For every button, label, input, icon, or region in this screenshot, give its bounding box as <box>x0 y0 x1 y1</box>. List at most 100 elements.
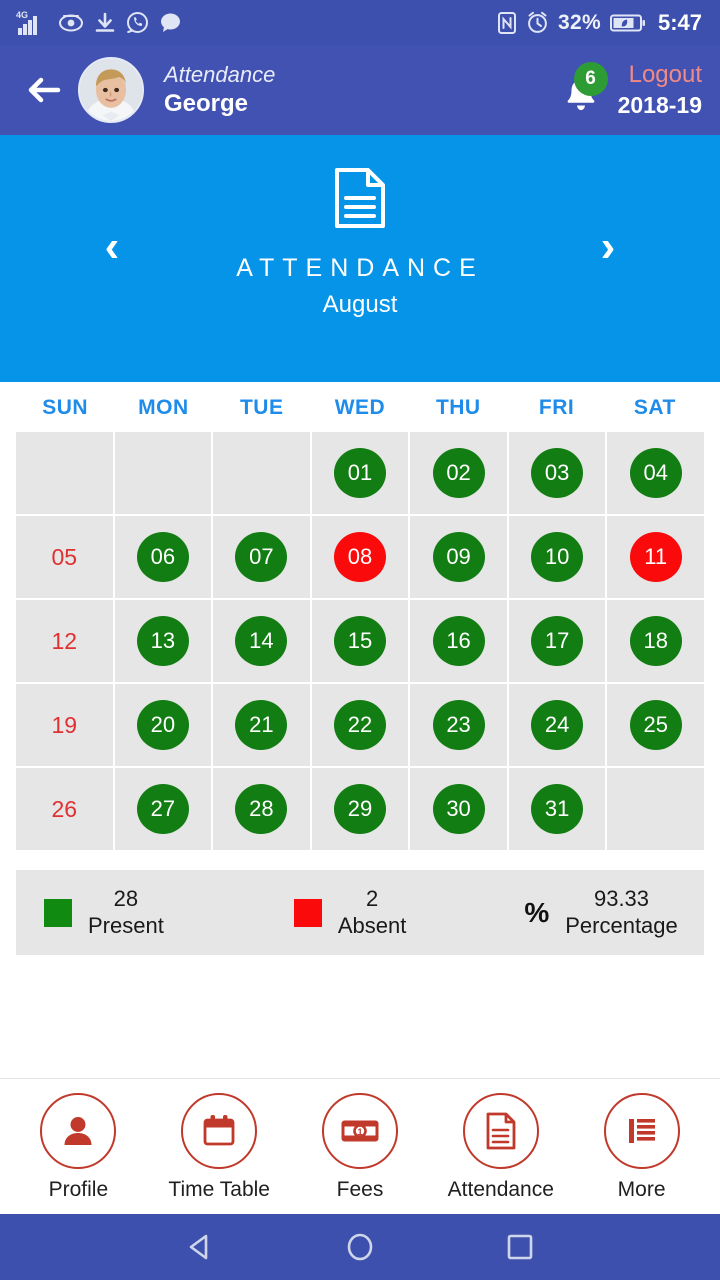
calendar-day-cell[interactable]: 17 <box>508 600 606 682</box>
calendar-day-cell[interactable]: 29 <box>311 768 409 850</box>
back-triangle-icon[interactable] <box>177 1224 223 1270</box>
day-present-marker: 22 <box>333 700 386 750</box>
day-present-marker: 03 <box>531 448 584 498</box>
alarm-icon <box>526 11 549 34</box>
day-present-marker: 25 <box>629 700 682 750</box>
student-name-label: George <box>164 90 249 118</box>
previous-month-button[interactable]: ‹ <box>82 217 142 277</box>
calendar-day-cell[interactable]: 06 <box>114 516 212 598</box>
calendar-day-cell[interactable]: 12 <box>16 600 113 682</box>
battery-icon <box>609 13 646 33</box>
calendar-day-cell[interactable]: 23 <box>410 684 507 766</box>
calendar-day-cell[interactable]: 03 <box>508 432 606 514</box>
day-present-marker: 09 <box>432 532 485 582</box>
day-present-marker: 15 <box>333 616 386 666</box>
notifications-button[interactable]: 6 <box>558 61 608 116</box>
back-button[interactable] <box>22 68 66 112</box>
recents-square-icon[interactable] <box>497 1224 543 1270</box>
calendar-icon <box>181 1093 258 1169</box>
calendar-day-cell[interactable]: 26 <box>16 768 113 850</box>
avatar[interactable] <box>78 57 144 123</box>
message-icon <box>159 12 182 33</box>
calendar: SUN MON TUE WED THU FRI SAT 01 02 03 04 05 06… <box>0 382 720 850</box>
nav-item-profile[interactable]: Profile <box>8 1093 149 1202</box>
calendar-day-headers: SUN MON TUE WED THU FRI SAT <box>16 382 704 432</box>
network-type-label: 4G <box>16 9 29 20</box>
clock-label: 5:47 <box>657 9 702 35</box>
calendar-day-cell[interactable]: 22 <box>311 684 409 766</box>
day-present-marker: 04 <box>629 448 682 498</box>
day-absent-marker: 08 <box>333 532 386 582</box>
calendar-week-row: 01 02 03 04 <box>16 432 704 514</box>
day-holiday-number: 19 <box>51 711 78 738</box>
calendar-day-cell[interactable]: 24 <box>508 684 606 766</box>
day-header-thu: THU <box>435 396 481 419</box>
calendar-day-cell[interactable]: 14 <box>213 600 310 682</box>
calendar-empty-cell <box>16 432 113 514</box>
back-arrow-icon <box>28 77 61 103</box>
day-holiday-number: 26 <box>51 795 78 822</box>
calendar-day-cell[interactable]: 13 <box>114 600 212 682</box>
day-header-sat: SAT <box>633 396 676 419</box>
summary-present: 28 Present <box>44 886 164 940</box>
calendar-day-cell[interactable]: 04 <box>607 432 704 514</box>
day-header-sun: SUN <box>42 396 89 419</box>
calendar-day-cell[interactable]: 21 <box>213 684 310 766</box>
calendar-day-cell[interactable]: 11 <box>607 516 704 598</box>
calendar-day-cell[interactable]: 19 <box>16 684 113 766</box>
student-photo-icon <box>80 59 142 121</box>
calendar-day-cell[interactable]: 27 <box>114 768 212 850</box>
phone-screen: 4G 32% 5:47 Attendance George 6 Logout 2… <box>0 0 720 1280</box>
calendar-day-cell[interactable]: 16 <box>410 600 507 682</box>
calendar-day-cell[interactable]: 30 <box>410 768 507 850</box>
nfc-icon <box>497 11 517 35</box>
list-icon <box>603 1093 680 1169</box>
day-present-marker: 10 <box>531 532 584 582</box>
calendar-empty-cell <box>213 432 310 514</box>
document-icon <box>332 167 388 234</box>
calendar-day-cell[interactable]: 20 <box>114 684 212 766</box>
day-holiday-number: 05 <box>51 543 78 570</box>
day-present-marker: 20 <box>136 700 189 750</box>
calendar-day-cell[interactable]: 31 <box>508 768 606 850</box>
day-present-marker: 07 <box>235 532 288 582</box>
status-bar: 4G 32% 5:47 <box>0 0 720 45</box>
nav-item-more[interactable]: More <box>571 1093 712 1202</box>
nav-label-fees: Fees <box>336 1178 384 1201</box>
calendar-day-cell[interactable]: 28 <box>213 768 310 850</box>
day-present-marker: 30 <box>432 784 485 834</box>
banner-month-label: August <box>322 291 398 318</box>
calendar-day-cell[interactable]: 01 <box>311 432 409 514</box>
day-present-marker: 13 <box>136 616 189 666</box>
nav-item-time-table[interactable]: Time Table <box>149 1093 290 1202</box>
percentage-label: Percentage <box>565 912 678 938</box>
nav-item-attendance[interactable]: Attendance <box>430 1093 571 1202</box>
home-circle-icon[interactable] <box>337 1224 383 1270</box>
calendar-day-cell[interactable]: 18 <box>607 600 704 682</box>
nav-label-attendance: Attendance <box>447 1178 554 1201</box>
logout-button[interactable]: Logout <box>629 61 702 90</box>
calendar-day-cell[interactable]: 10 <box>508 516 606 598</box>
day-holiday-number: 12 <box>51 627 78 654</box>
calendar-empty-cell <box>607 768 704 850</box>
signal-4g-icon: 4G <box>16 9 48 35</box>
calendar-day-cell[interactable]: 05 <box>16 516 113 598</box>
day-present-marker: 06 <box>136 532 189 582</box>
calendar-day-cell[interactable]: 07 <box>213 516 310 598</box>
nav-item-fees[interactable]: 1 Fees <box>290 1093 431 1202</box>
absent-swatch-icon <box>293 898 322 927</box>
academic-year-label: 2018-19 <box>617 91 702 118</box>
calendar-day-cell[interactable]: 25 <box>607 684 704 766</box>
calendar-day-cell[interactable]: 15 <box>311 600 409 682</box>
day-present-marker: 29 <box>333 784 386 834</box>
calendar-day-cell[interactable]: 08 <box>311 516 409 598</box>
calendar-day-cell[interactable]: 09 <box>410 516 507 598</box>
next-month-button[interactable]: › <box>578 217 638 277</box>
nav-label-more: More <box>617 1178 666 1201</box>
day-present-marker: 28 <box>235 784 288 834</box>
day-absent-marker: 11 <box>629 532 682 582</box>
calendar-day-cell[interactable]: 02 <box>410 432 507 514</box>
calendar-empty-cell <box>114 432 212 514</box>
day-present-marker: 27 <box>136 784 189 834</box>
